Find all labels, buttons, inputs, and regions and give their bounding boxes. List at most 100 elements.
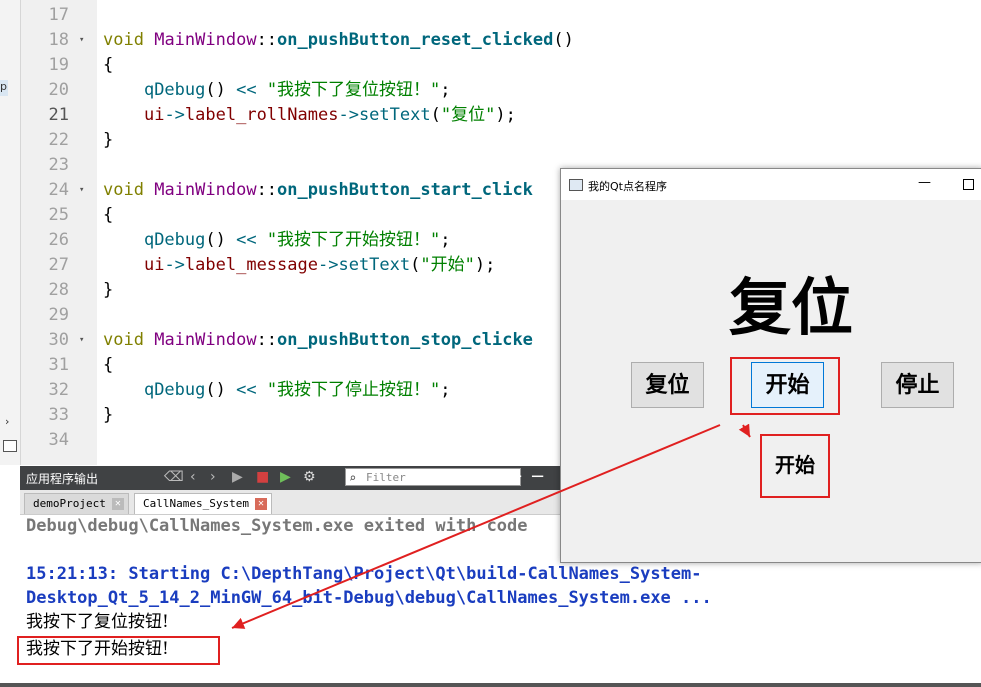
output-tabs: demoProject ✕ CallNames_System ✕	[20, 490, 560, 515]
maximize-icon[interactable]	[963, 179, 974, 190]
code-token: "我按下了复位按钮！"	[266, 80, 441, 100]
line-number: 17	[48, 5, 69, 25]
line-number: 24	[48, 180, 69, 200]
tab-demoproject[interactable]: demoProject ✕	[24, 493, 129, 514]
stop-button[interactable]: 停止	[881, 362, 954, 408]
code-token: void	[103, 30, 144, 50]
filter-input[interactable]: ⌕ Filter	[345, 468, 521, 486]
code-line: {	[103, 53, 113, 77]
tab-label: demoProject	[33, 497, 106, 510]
code-token: ->	[317, 255, 339, 275]
horizontal-scrollbar[interactable]	[0, 683, 981, 687]
code-token: "开始"	[420, 255, 475, 275]
code-token: );	[495, 105, 516, 125]
code-token: void	[103, 330, 144, 350]
side-panel-item[interactable]: p	[0, 80, 8, 96]
code-token: <<	[225, 230, 267, 250]
output-line: Desktop_Qt_5_14_2_MinGW_64_bit-Debug\deb…	[26, 588, 712, 608]
window-titlebar: 我的Qt点名程序 —	[561, 169, 981, 200]
app-icon	[569, 179, 583, 191]
tab-callnames-system[interactable]: CallNames_System ✕	[134, 493, 272, 514]
line-number: 20	[48, 80, 69, 100]
line-number: 33	[48, 405, 69, 425]
code-line: qDebug() << "我按下了开始按钮！";	[103, 228, 451, 252]
code-line: void MainWindow::on_pushButton_reset_cli…	[103, 28, 574, 52]
code-token: setText	[358, 105, 431, 125]
code-token: }	[103, 130, 114, 150]
code-line: }	[103, 278, 113, 302]
close-icon[interactable]: ✕	[254, 498, 267, 510]
code-line: {	[103, 353, 113, 377]
code-line: void MainWindow::on_pushButton_start_cli…	[103, 178, 533, 202]
gear-icon[interactable]: ⚙	[303, 469, 316, 485]
code-token: ->	[338, 105, 359, 125]
line-number: 21	[48, 105, 69, 125]
message-label: 开始	[760, 434, 830, 498]
reset-button[interactable]: 复位	[631, 362, 704, 408]
code-line: }	[103, 128, 113, 152]
line-number: 27	[48, 255, 69, 275]
code-token: ;	[440, 230, 451, 250]
fold-toggle-icon[interactable]: ▾	[79, 178, 84, 202]
code-token: ->	[164, 255, 185, 275]
line-number: 19	[48, 55, 69, 75]
debug-run-icon[interactable]: ▶	[280, 469, 291, 485]
fold-margin	[71, 0, 97, 465]
line-number: 18	[48, 30, 69, 50]
window-title: 我的Qt点名程序	[588, 180, 667, 193]
output-pane-title: 应用程序输出	[26, 472, 99, 486]
panel-toggle-icon[interactable]	[3, 440, 17, 452]
next-icon[interactable]: ›	[210, 469, 216, 485]
code-token: }	[103, 405, 114, 425]
minus-icon[interactable]: −	[530, 466, 545, 487]
add-icon[interactable]: +	[508, 466, 523, 487]
code-token: on_pushButton_reset_clicked	[277, 30, 554, 50]
fold-toggle-icon[interactable]: ▾	[79, 28, 84, 52]
code-token: {	[103, 205, 114, 225]
code-token: on_pushButton_start_click	[277, 180, 533, 200]
clear-icon[interactable]: ⌫	[164, 469, 184, 485]
line-number: 23	[48, 155, 69, 175]
code-line: }	[103, 403, 113, 427]
code-line: qDebug() << "我按下了停止按钮！";	[103, 378, 451, 402]
code-token: ::	[256, 180, 278, 200]
highlight-box	[17, 636, 220, 665]
code-token: "复位"	[440, 105, 496, 125]
code-token: ::	[256, 330, 278, 350]
search-icon: ⌕	[349, 471, 357, 485]
line-number: 29	[48, 305, 69, 325]
minimize-icon[interactable]: —	[918, 175, 931, 190]
code-token: qDebug	[143, 80, 206, 100]
code-token: MainWindow	[154, 30, 257, 50]
code-token: on_pushButton_stop_clicke	[277, 330, 533, 350]
prev-icon[interactable]: ‹	[190, 469, 196, 485]
code-line: void MainWindow::on_pushButton_stop_clic…	[103, 328, 533, 352]
run-icon[interactable]: ▶	[232, 469, 243, 485]
tab-label: CallNames_System	[143, 497, 249, 510]
code-token: MainWindow	[154, 180, 257, 200]
code-token: qDebug	[143, 230, 206, 250]
code-token: void	[103, 180, 144, 200]
output-line: Debug\debug\CallNames_System.exe exited …	[26, 516, 528, 536]
code-token: ()	[205, 80, 226, 100]
line-number: 25	[48, 205, 69, 225]
code-token: ()	[205, 380, 226, 400]
code-token: ui	[143, 105, 165, 125]
code-token: ui	[143, 255, 165, 275]
code-line: ui->label_rollNames->setText("复位");	[143, 105, 516, 125]
filter-placeholder: Filter	[366, 471, 406, 484]
output-pane-toolbar: 应用程序输出 ⌫ ‹ › ▶ ■ ▶ ⚙ ⌕ Filter + −	[20, 466, 560, 490]
code-token: {	[103, 55, 114, 75]
code-token: ;	[440, 380, 451, 400]
output-line: 15:21:13: Starting C:\DepthTang\Project\…	[26, 564, 702, 584]
close-icon[interactable]: ✕	[111, 498, 124, 510]
line-number: 28	[48, 280, 69, 300]
chevron-right-icon[interactable]: ›	[5, 415, 9, 428]
code-token: <<	[225, 80, 267, 100]
fold-toggle-icon[interactable]: ▾	[79, 328, 84, 352]
code-token: ()	[205, 230, 226, 250]
code-line: {	[103, 203, 113, 227]
stop-icon[interactable]: ■	[256, 469, 269, 485]
side-panel-stub: p ›	[0, 0, 21, 465]
code-token: ::	[256, 30, 278, 50]
